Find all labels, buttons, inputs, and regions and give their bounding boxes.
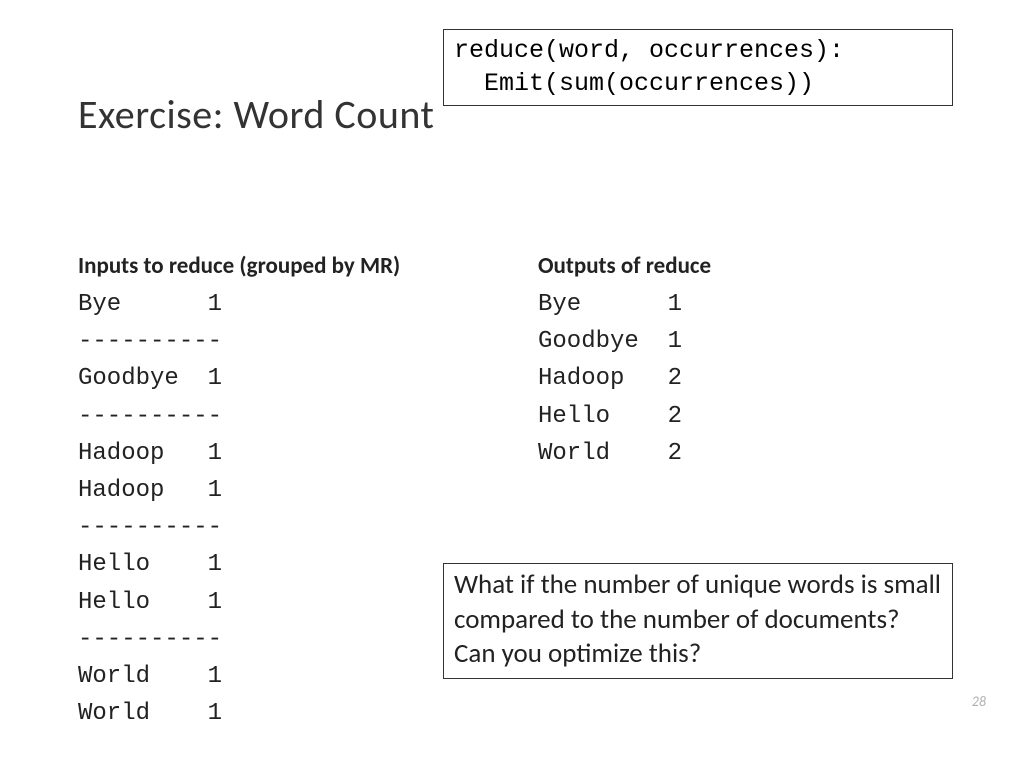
code-line-1: reduce(word, occurrences): — [454, 35, 942, 68]
input-row: Hello 1 — [78, 584, 498, 621]
input-row: Hadoop 1 — [78, 472, 498, 509]
question-box: What if the number of unique words is sm… — [443, 563, 953, 679]
inputs-header: Inputs to reduce (grouped by MR) — [78, 252, 498, 280]
output-row: Goodbye 1 — [538, 323, 964, 360]
input-row: Goodbye 1 — [78, 360, 498, 397]
input-row: Bye 1 — [78, 286, 498, 323]
output-row: Hadoop 2 — [538, 360, 964, 397]
page-number: 28 — [972, 693, 986, 710]
outputs-header: Outputs of reduce — [538, 252, 964, 280]
output-row: World 2 — [538, 435, 964, 472]
output-row: Bye 1 — [538, 286, 964, 323]
code-line-2: Emit(sum(occurrences)) — [454, 68, 942, 101]
input-row: World 1 — [78, 658, 498, 695]
input-separator: ---------- — [78, 509, 498, 546]
input-separator: ---------- — [78, 621, 498, 658]
input-row: World 1 — [78, 695, 498, 732]
reduce-code-box: reduce(word, occurrences): Emit(sum(occu… — [443, 29, 953, 106]
input-separator: ---------- — [78, 398, 498, 435]
outputs-block: Bye 1Goodbye 1Hadoop 2Hello 2World 2 — [538, 286, 964, 472]
slide-title: Exercise: Word Count — [78, 90, 434, 139]
inputs-column: Inputs to reduce (grouped by MR) Bye 1--… — [78, 252, 498, 732]
output-row: Hello 2 — [538, 398, 964, 435]
input-row: Hello 1 — [78, 546, 498, 583]
input-separator: ---------- — [78, 323, 498, 360]
input-row: Hadoop 1 — [78, 435, 498, 472]
inputs-block: Bye 1----------Goodbye 1----------Hadoop… — [78, 286, 498, 732]
